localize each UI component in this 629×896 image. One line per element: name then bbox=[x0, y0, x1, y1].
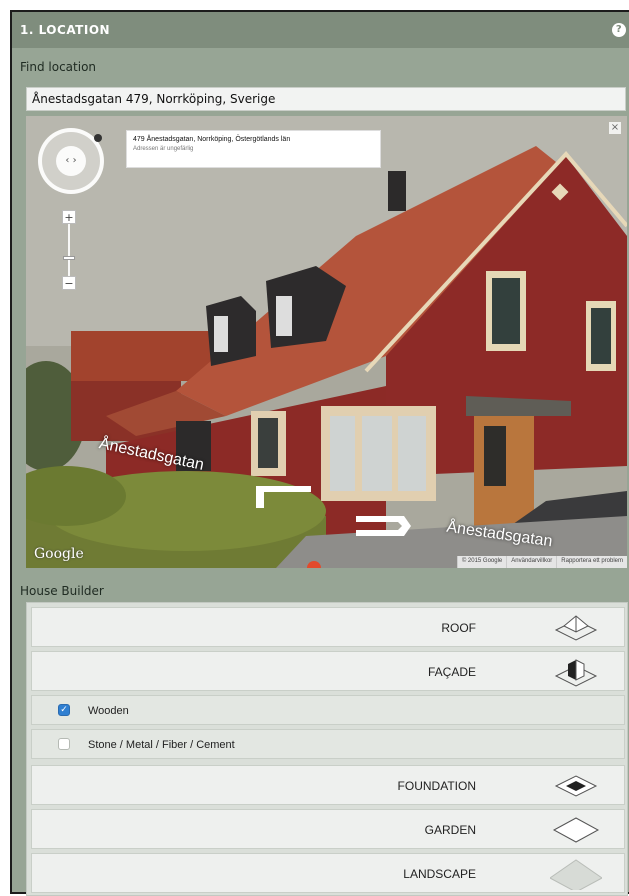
close-icon[interactable]: × bbox=[609, 122, 621, 134]
copyright-text: © 2015 Google bbox=[456, 556, 506, 568]
google-logo: Google bbox=[34, 546, 84, 562]
section-foundation-label: FOUNDATION bbox=[397, 779, 476, 793]
stone-metal-checkbox[interactable] bbox=[58, 738, 70, 750]
zoom-in-button[interactable]: + bbox=[62, 210, 76, 224]
address-title: 479 Ånestadsgatan, Norrköping, Östergötl… bbox=[133, 136, 291, 143]
foundation-icon bbox=[554, 775, 598, 797]
zoom-slider-track[interactable] bbox=[68, 224, 70, 284]
location-search-input[interactable]: Ånestadsgatan 479, Norrköping, Sverige bbox=[26, 87, 626, 111]
zoom-slider-handle[interactable] bbox=[63, 256, 75, 260]
pan-arrows-icon[interactable]: ‹ › bbox=[56, 146, 86, 176]
help-icon[interactable]: ? bbox=[612, 23, 626, 37]
wooden-checkbox[interactable]: ✓ bbox=[58, 704, 70, 716]
address-note: Adressen är ungefärlig bbox=[133, 146, 194, 152]
street-view-image bbox=[26, 116, 627, 568]
option-wooden[interactable]: ✓ Wooden bbox=[31, 695, 625, 725]
zoom-out-button[interactable]: − bbox=[62, 276, 76, 290]
house-builder-label: House Builder bbox=[20, 584, 104, 598]
option-stone-metal-label: Stone / Metal / Fiber / Cement bbox=[88, 739, 235, 751]
address-card: 479 Ånestadsgatan, Norrköping, Östergötl… bbox=[126, 130, 381, 168]
find-location-label: Find location bbox=[20, 60, 97, 74]
pan-control[interactable]: ‹ › bbox=[38, 128, 104, 194]
section-landscape[interactable]: LANDSCAPE bbox=[31, 853, 625, 893]
facade-icon bbox=[554, 659, 598, 687]
section-foundation[interactable]: FOUNDATION bbox=[31, 765, 625, 805]
section-facade[interactable]: FAÇADE bbox=[31, 651, 625, 691]
option-wooden-label: Wooden bbox=[88, 705, 129, 717]
section-garden[interactable]: GARDEN bbox=[31, 809, 625, 849]
house-builder-list: ROOF FAÇADE ✓ Wooden Stone / Metal / Fib… bbox=[26, 602, 628, 896]
report-problem-link[interactable]: Rapportera ett problem bbox=[556, 556, 627, 568]
section-roof-label: ROOF bbox=[441, 621, 476, 635]
section-garden-label: GARDEN bbox=[424, 823, 476, 837]
section-landscape-label: LANDSCAPE bbox=[403, 867, 476, 881]
section-roof[interactable]: ROOF bbox=[31, 607, 625, 647]
terms-link[interactable]: Användarvillkor bbox=[506, 556, 556, 568]
roof-icon bbox=[554, 615, 598, 641]
garden-icon bbox=[552, 817, 600, 843]
option-stone-metal[interactable]: Stone / Metal / Fiber / Cement bbox=[31, 729, 625, 759]
section-facade-label: FAÇADE bbox=[427, 665, 476, 679]
street-view-panorama[interactable]: ‹ › + − 479 Ånestadsgatan, Norrköping, Ö… bbox=[26, 116, 627, 568]
location-panel: 1. LOCATION ? Find location Ånestadsgata… bbox=[10, 10, 629, 896]
street-view-footer: © 2015 Google Användarvillkor Rapportera… bbox=[456, 556, 627, 568]
section-header[interactable]: 1. LOCATION ? bbox=[12, 12, 629, 48]
compass-icon[interactable] bbox=[94, 134, 102, 142]
section-title: 1. LOCATION bbox=[20, 23, 111, 37]
landscape-icon bbox=[550, 859, 602, 890]
